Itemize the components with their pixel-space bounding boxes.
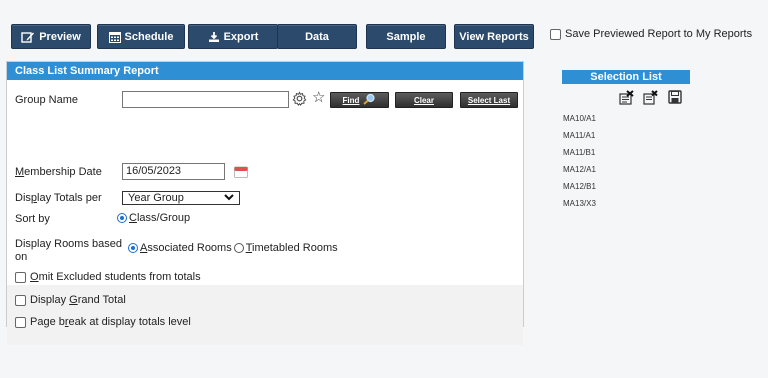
calendar-grid-icon	[108, 31, 121, 43]
selection-list-panel: Selection List MA10/A1 MA11/A1 MA11/B1 MA12…	[562, 70, 690, 212]
find-button[interactable]: Find	[330, 92, 389, 108]
page-break-label: Page break at display totals level	[30, 316, 191, 328]
selection-list-item[interactable]: MA11/A1	[562, 127, 690, 144]
save-disk-icon[interactable]	[668, 90, 682, 107]
data-button[interactable]: Data	[277, 24, 357, 49]
sort-class-group-label: Class/Group	[129, 212, 191, 224]
sample-label: Sample	[386, 30, 426, 43]
display-rooms-options: Associated Rooms Timetabled Rooms	[128, 242, 338, 254]
selection-list-item[interactable]: MA10/A1	[562, 110, 690, 127]
find-label: Find	[342, 95, 360, 105]
remove-selected-icon[interactable]	[642, 90, 658, 108]
display-totals-value: Year Group	[128, 192, 184, 204]
view-reports-label: View Reports	[459, 30, 529, 43]
download-icon	[208, 31, 220, 43]
associated-rooms-radio[interactable]	[128, 243, 138, 253]
save-previewed-label: Save Previewed Report to My Reports	[565, 28, 753, 40]
report-panel: Class List Summary Report Group Name ☆ F…	[6, 61, 524, 345]
membership-date-input[interactable]: 16/05/2023	[122, 163, 225, 180]
grand-total-option[interactable]: Display Grand Total	[15, 294, 126, 306]
export-button[interactable]: Export	[188, 24, 278, 49]
clear-button[interactable]: Clear	[395, 92, 453, 108]
selection-list-tools	[562, 84, 690, 110]
grand-total-checkbox[interactable]	[15, 294, 26, 306]
select-last-label: Select Last	[467, 95, 511, 105]
edit-icon	[21, 31, 35, 43]
sort-by-label: Sort by	[15, 213, 50, 225]
selection-list-item[interactable]: MA12/B1	[562, 178, 690, 195]
panel-title: Class List Summary Report	[7, 62, 523, 80]
group-name-label: Group Name	[15, 94, 78, 106]
omit-excluded-checkbox[interactable]	[15, 271, 26, 283]
selection-list-title: Selection List	[562, 70, 690, 84]
chevron-down-icon	[224, 192, 234, 204]
clear-label: Clear	[413, 95, 434, 105]
display-rooms-label: Display Rooms based on	[15, 238, 122, 263]
omit-excluded-option[interactable]: Omit Excluded students from totals	[15, 271, 201, 283]
sort-class-group-radio[interactable]	[117, 213, 127, 223]
magnifier-icon	[362, 93, 376, 107]
display-totals-label: Display Totals per	[15, 192, 102, 204]
sample-button[interactable]: Sample	[366, 24, 446, 49]
omit-excluded-label: Omit Excluded students from totals	[30, 271, 201, 283]
selection-list-item[interactable]: MA12/A1	[562, 161, 690, 178]
schedule-label: Schedule	[124, 30, 174, 43]
associated-rooms-label: Associated Rooms	[140, 242, 232, 254]
remove-all-icon[interactable]	[618, 90, 634, 108]
sort-class-group-option[interactable]: Class/Group	[117, 212, 190, 224]
data-label: Data	[305, 30, 329, 43]
membership-date-label: Membership Date	[15, 166, 102, 178]
favourite-star-icon[interactable]: ☆	[312, 89, 325, 107]
grand-total-label: Display Grand Total	[30, 294, 126, 306]
select-last-button[interactable]: Select Last	[460, 92, 518, 108]
calendar-icon[interactable]	[234, 166, 248, 181]
selection-list-item[interactable]: MA11/B1	[562, 144, 690, 161]
view-reports-button[interactable]: View Reports	[454, 24, 534, 49]
save-previewed-checkbox[interactable]	[550, 28, 561, 40]
preview-label: Preview	[39, 30, 81, 43]
export-label: Export	[223, 30, 259, 43]
selection-list-items: MA10/A1 MA11/A1 MA11/B1 MA12/A1 MA12/B1 MA13/…	[562, 110, 690, 212]
page-break-option[interactable]: Page break at display totals level	[15, 316, 191, 328]
panel-body: Group Name ☆ Find Clear Select Last Memb…	[7, 80, 523, 345]
settings-gear-icon[interactable]	[292, 91, 307, 109]
save-previewed-option[interactable]: Save Previewed Report to My Reports	[550, 28, 752, 40]
selection-list-item[interactable]: MA13/X3	[562, 195, 690, 212]
timetabled-rooms-label: Timetabled Rooms	[245, 242, 338, 254]
timetabled-rooms-radio[interactable]	[233, 243, 244, 253]
preview-button[interactable]: Preview	[11, 24, 91, 49]
schedule-button[interactable]: Schedule	[97, 24, 185, 49]
display-totals-select[interactable]: Year Group	[122, 191, 240, 205]
group-name-input[interactable]	[122, 91, 289, 108]
page-break-checkbox[interactable]	[15, 316, 26, 328]
